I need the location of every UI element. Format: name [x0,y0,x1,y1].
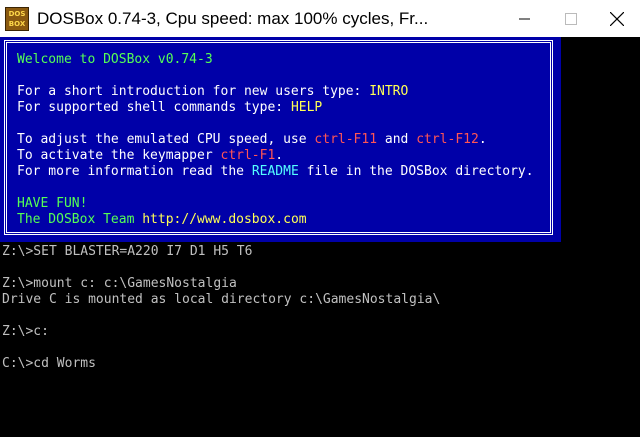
maximize-icon [565,12,577,25]
cpu-text: To adjust the emulated CPU speed, use [17,132,315,147]
readme-text: For more information read the [17,164,252,179]
icon-label-bottom: BOX [8,19,26,28]
intro-text: For a short introduction for new users t… [17,84,370,99]
window-title: DOSBox 0.74-3, Cpu speed: max 100% cycle… [37,8,429,28]
terminal-line: Z:\>c: [2,324,49,339]
readme-line: For more information read the README fil… [17,164,534,180]
terminal-line: Z:\>SET BLASTER=A220 I7 D1 H5 T6 [2,244,253,259]
title-bar[interactable]: DOS BOX DOSBox 0.74-3, Cpu speed: max 10… [0,0,640,37]
have-fun-line: HAVE FUN! [17,196,88,211]
keymap-key: ctrl-F1 [220,148,276,163]
cpu-and: and [377,132,417,147]
dos-console[interactable]: Welcome to DOSBox v0.74-3 For a short in… [0,37,640,437]
readme-word: README [251,164,299,179]
team-text: The DOSBox Team [17,212,143,227]
help-text: For supported shell commands type: [17,100,291,115]
maximize-button[interactable] [548,0,594,37]
keymap-text: To activate the keymapper [17,148,221,163]
help-command: HELP [290,100,323,115]
icon-label-top: DOS [8,9,26,18]
minimize-icon [519,18,530,19]
intro-line: For a short introduction for new users t… [17,84,408,100]
team-url: http://www.dosbox.com [142,212,307,227]
keymapper-line: To activate the keymapper ctrl-F1. [17,148,283,164]
window-controls [502,0,640,37]
keymap-end: . [275,148,284,163]
welcome-line: Welcome to DOSBox v0.74-3 [17,52,213,67]
minimize-button[interactable] [502,0,548,37]
dosbox-app-icon[interactable]: DOS BOX [5,6,29,31]
intro-command: INTRO [369,84,409,99]
cpu-key-1: ctrl-F11 [314,132,378,147]
close-icon [610,11,624,26]
welcome-banner: Welcome to DOSBox v0.74-3 For a short in… [0,37,561,242]
terminal-line: Drive C is mounted as local directory c:… [2,292,441,307]
terminal-line: Z:\>mount c: c:\GamesNostalgia [2,276,237,291]
team-line: The DOSBox Team http://www.dosbox.com [17,212,307,228]
cpu-end: . [478,132,487,147]
close-button[interactable] [594,0,640,37]
help-line: For supported shell commands type: HELP [17,100,322,116]
cpu-speed-line: To adjust the emulated CPU speed, use ct… [17,132,487,148]
cpu-key-2: ctrl-F12 [416,132,479,147]
dosbox-window: DOS BOX DOSBox 0.74-3, Cpu speed: max 10… [0,0,640,437]
terminal-line: C:\>cd Worms [2,356,96,371]
readme-end: file in the DOSBox directory. [298,164,534,179]
